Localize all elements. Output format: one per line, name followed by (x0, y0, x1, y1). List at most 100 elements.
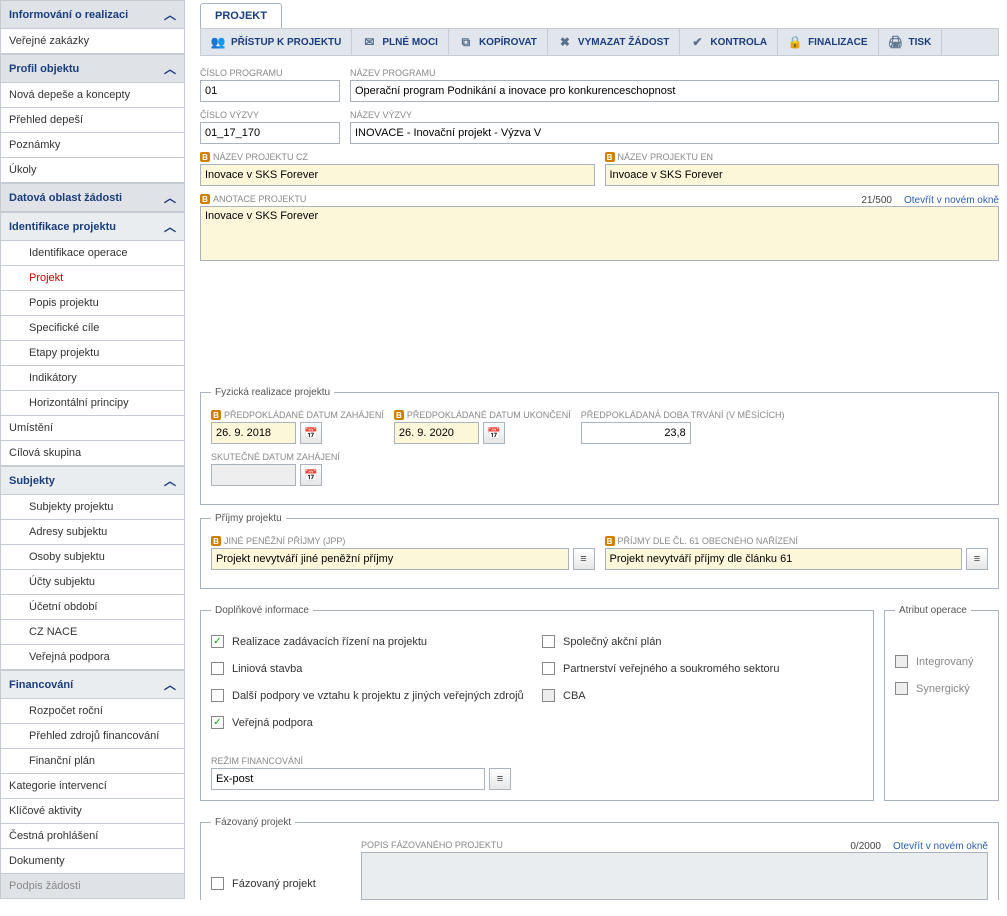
sidebar-subjekty-projektu[interactable]: Subjekty projektu (0, 495, 185, 520)
list-icon[interactable]: ≡ (573, 548, 595, 570)
check-icon: ✔ (690, 35, 704, 49)
plne-moci-button[interactable]: ✉PLNÉ MOCI (352, 29, 449, 55)
sidebar-indikatory[interactable]: Indikátory (0, 366, 185, 391)
calendar-icon[interactable]: 📅 (300, 422, 322, 444)
sidebar-subjekty[interactable]: Subjekty︿ (0, 466, 185, 495)
atribut-operace-legend: Atribut operace (895, 605, 971, 616)
finalizace-button[interactable]: 🔒FINALIZACE (778, 29, 878, 55)
label-anotace-projektu: ANOTACE PROJEKTU (200, 194, 306, 204)
sidebar-financni-plan[interactable]: Finanční plán (0, 749, 185, 774)
sidebar-poznamky[interactable]: Poznámky (0, 133, 185, 158)
sidebar-cz-nace[interactable]: CZ NACE (0, 620, 185, 645)
tisk-button[interactable]: 🖨TISK (879, 29, 943, 55)
kopirovat-button[interactable]: ⧉KOPÍROVAT (449, 29, 548, 55)
sidebar-financovani[interactable]: Financování︿ (0, 670, 185, 699)
sidebar-verejne-zakazky[interactable]: Veřejné zakázky (0, 29, 185, 54)
datum-zahajeni-input[interactable] (211, 422, 296, 444)
mail-icon: ✉ (362, 35, 376, 49)
sidebar: Informování o realizaci︿ Veřejné zakázky… (0, 0, 185, 916)
sidebar-projekt[interactable]: Projekt (0, 266, 185, 291)
sidebar-prehled-depesi[interactable]: Přehled depeší (0, 108, 185, 133)
chevron-up-icon: ︿ (164, 6, 176, 23)
sidebar-datova-oblast[interactable]: Datová oblast žádosti︿ (0, 183, 185, 212)
partnerstvi-checkbox[interactable] (542, 662, 555, 675)
jpp-input[interactable] (211, 548, 569, 570)
integrovany-label: Integrovaný (916, 656, 973, 668)
chevron-up-icon: ︿ (164, 60, 176, 77)
pristup-button[interactable]: 👥PŘÍSTUP K PROJEKTU (201, 29, 352, 55)
sidebar-ucetni-obdobi[interactable]: Účetní období (0, 595, 185, 620)
fazovany-projekt-fieldset: Fázovaný projekt Fázovaný projekt POPIS … (200, 817, 999, 900)
nazev-projektu-cz-input[interactable] (200, 164, 595, 186)
skutecne-datum-input[interactable] (211, 464, 296, 486)
nazev-vyzvy-input[interactable] (350, 122, 999, 144)
dalsi-podpory-checkbox[interactable] (211, 689, 224, 702)
spolecny-akcni-label: Společný akční plán (563, 636, 661, 648)
synergicky-label: Synergický (916, 683, 970, 695)
label-nazev-projektu-cz: NÁZEV PROJEKTU CZ (200, 152, 595, 162)
label-cislo-vyzvy: ČÍSLO VÝZVY (200, 110, 340, 120)
otevrit-fazovany-link[interactable]: Otevřít v novém okně (893, 841, 988, 852)
chevron-up-icon: ︿ (164, 676, 176, 693)
label-datum-zahajeni: PŘEDPOKLÁDANÉ DATUM ZAHÁJENÍ (211, 410, 384, 420)
fyzicka-realizace-legend: Fyzická realizace projektu (211, 387, 334, 398)
list-icon[interactable]: ≡ (489, 768, 511, 790)
realizace-zadav-checkbox[interactable]: ✓ (211, 635, 224, 648)
tab-projekt[interactable]: PROJEKT (200, 3, 282, 28)
sidebar-informovani[interactable]: Informování o realizaci︿ (0, 0, 185, 29)
cislo-programu-input[interactable] (200, 80, 340, 102)
liniova-stavba-checkbox[interactable] (211, 662, 224, 675)
sidebar-umisteni[interactable]: Umístění (0, 416, 185, 441)
otevrit-anotace-link[interactable]: Otevřít v novém okně (904, 195, 999, 206)
calendar-icon[interactable]: 📅 (483, 422, 505, 444)
list-icon[interactable]: ≡ (966, 548, 988, 570)
sidebar-verejna-podpora[interactable]: Veřejná podpora (0, 645, 185, 670)
delete-icon: ✖ (558, 35, 572, 49)
calendar-icon[interactable]: 📅 (300, 464, 322, 486)
sidebar-identifikace-operace[interactable]: Identifikace operace (0, 241, 185, 266)
anotace-projektu-textarea[interactable]: Inovace v SKS Forever (200, 206, 999, 261)
kontrola-button[interactable]: ✔KONTROLA (680, 29, 778, 55)
label-rezim-financovani: REŽIM FINANCOVÁNÍ (211, 756, 511, 766)
sidebar-popis-projektu[interactable]: Popis projektu (0, 291, 185, 316)
sidebar-nova-depese[interactable]: Nová depeše a koncepty (0, 83, 185, 108)
verejna-podpora-checkbox[interactable]: ✓ (211, 716, 224, 729)
spolecny-akcni-checkbox[interactable] (542, 635, 555, 648)
fyzicka-realizace-fieldset: Fyzická realizace projektu PŘEDPOKLÁDANÉ… (200, 387, 999, 505)
sidebar-identifikace-projektu[interactable]: Identifikace projektu︿ (0, 212, 185, 241)
sidebar-ukoly[interactable]: Úkoly (0, 158, 185, 183)
sidebar-cestna-prohlaseni[interactable]: Čestná prohlášení (0, 824, 185, 849)
sidebar-etapy-projektu[interactable]: Etapy projektu (0, 341, 185, 366)
sidebar-ucty-subjektu[interactable]: Účty subjektu (0, 570, 185, 595)
sidebar-klicove-aktivity[interactable]: Klíčové aktivity (0, 799, 185, 824)
doplnkove-fieldset: Doplňkové informace ✓Realizace zadávacíc… (200, 605, 874, 801)
fazovany-checkbox[interactable] (211, 877, 224, 890)
sidebar-cilova-skupina[interactable]: Cílová skupina (0, 441, 185, 466)
label-skutecne-datum: SKUTEČNÉ DATUM ZAHÁJENÍ (211, 452, 340, 462)
sidebar-prehled-zdroju[interactable]: Přehled zdrojů financování (0, 724, 185, 749)
sidebar-profil[interactable]: Profil objektu︿ (0, 54, 185, 83)
sidebar-rozpocet-rocni[interactable]: Rozpočet roční (0, 699, 185, 724)
sidebar-kategorie-intervenci[interactable]: Kategorie intervencí (0, 774, 185, 799)
doba-trvani-input[interactable] (581, 422, 691, 444)
sidebar-osoby-subjektu[interactable]: Osoby subjektu (0, 545, 185, 570)
label-cislo-programu: ČÍSLO PROGRAMU (200, 68, 340, 78)
datum-ukonceni-input[interactable] (394, 422, 479, 444)
cislo-vyzvy-input[interactable] (200, 122, 340, 144)
tab-bar: PROJEKT (200, 0, 999, 28)
atribut-operace-fieldset: Atribut operace Integrovaný Synergický (884, 605, 999, 801)
sidebar-horizontalni-principy[interactable]: Horizontální principy (0, 391, 185, 416)
prijmy-61-input[interactable] (605, 548, 963, 570)
nazev-projektu-en-input[interactable] (605, 164, 1000, 186)
main-panel: PROJEKT 👥PŘÍSTUP K PROJEKTU ✉PLNÉ MOCI ⧉… (185, 0, 1007, 916)
popis-fazovaneho-textarea[interactable] (361, 852, 988, 900)
sidebar-specificke-cile[interactable]: Specifické cíle (0, 316, 185, 341)
nazev-programu-input[interactable] (350, 80, 999, 102)
sidebar-dokumenty[interactable]: Dokumenty (0, 849, 185, 874)
label-nazev-vyzvy: NÁZEV VÝZVY (350, 110, 999, 120)
sidebar-adresy-subjektu[interactable]: Adresy subjektu (0, 520, 185, 545)
label-datum-ukonceni: PŘEDPOKLÁDANÉ DATUM UKONČENÍ (394, 410, 571, 420)
prijmy-projektu-fieldset: Příjmy projektu JINÉ PENĚŽNÍ PŘÍJMY (JPP… (200, 513, 999, 589)
vymazat-button[interactable]: ✖VYMAZAT ŽÁDOST (548, 29, 680, 55)
rezim-financovani-input[interactable] (211, 768, 485, 790)
